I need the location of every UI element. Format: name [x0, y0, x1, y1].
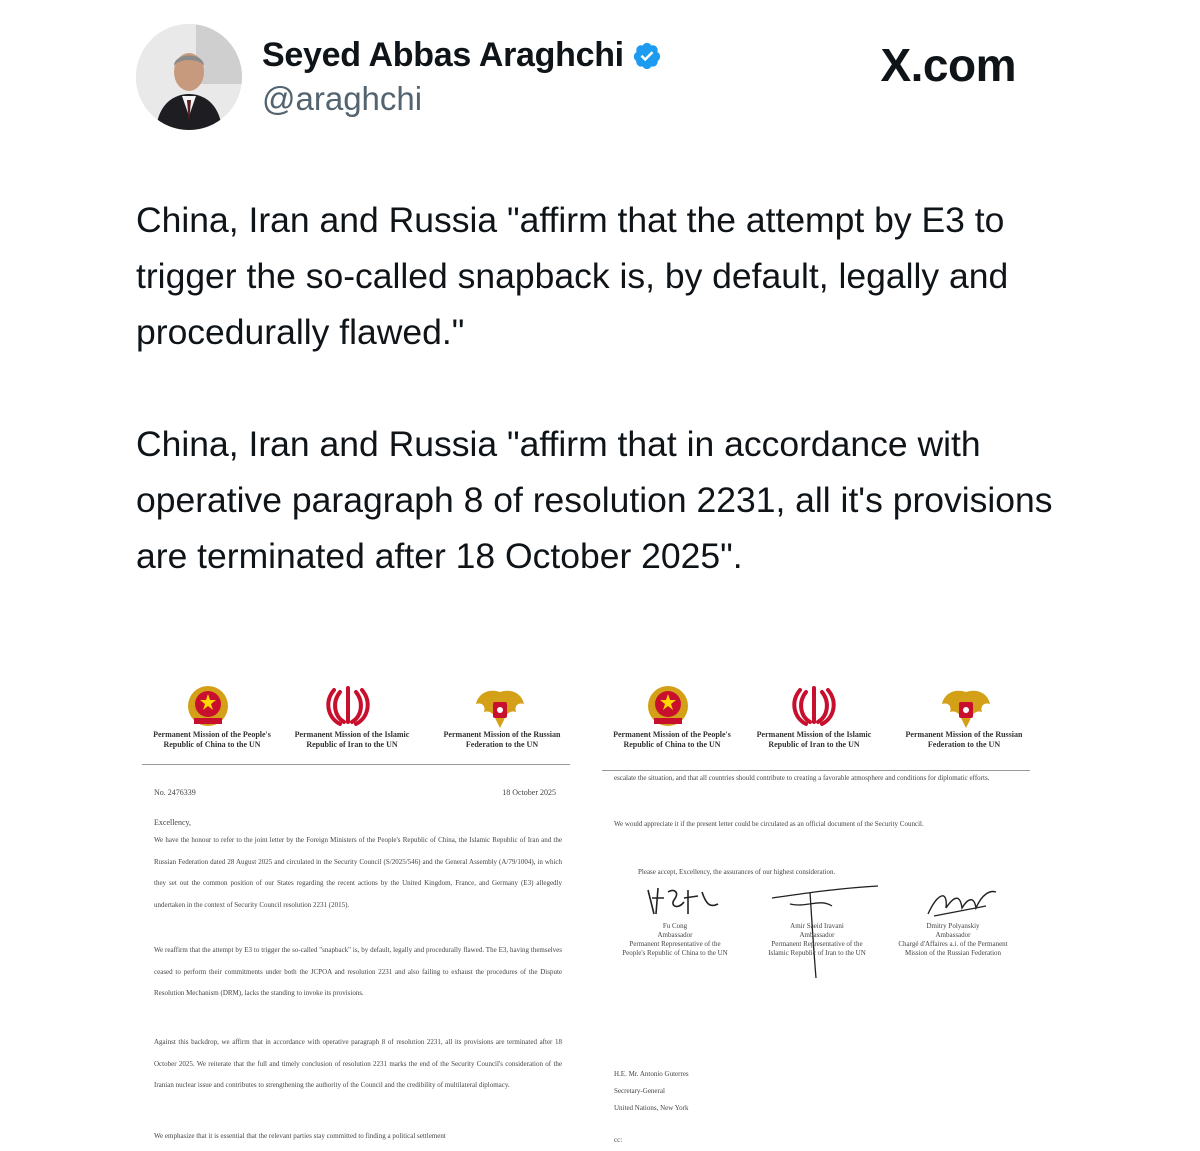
iran-emblem-icon [326, 686, 370, 726]
avatar[interactable] [136, 24, 242, 130]
letter-ref-number: No. 2476339 [154, 788, 196, 797]
mission-china-label: Permanent Mission of the People's Republ… [613, 730, 731, 749]
letter-paragraph: Against this backdrop, we affirm that in… [154, 1038, 562, 1089]
tweet-header: Seyed Abbas Araghchi @araghchi X.com [136, 24, 1016, 134]
tweet-body: China, Iran and Russia "affirm that the … [136, 192, 1056, 640]
letter-paragraph: We would appreciate it if the present le… [614, 820, 924, 828]
china-emblem-icon [188, 686, 228, 726]
signatory-block: Amir Saeid Iravani Ambassador Permanent … [762, 922, 872, 958]
mission-russia-label: Permanent Mission of the Russian Federat… [443, 730, 561, 749]
letter-date: 18 October 2025 [502, 788, 556, 797]
avatar-portrait-icon [136, 24, 242, 130]
letter-salutation: Excellency, [154, 818, 192, 827]
mission-china-label: Permanent Mission of the People's Republ… [153, 730, 271, 749]
signatory-title: Ambassador [935, 931, 971, 939]
signatory-title: Ambassador [657, 931, 693, 939]
china-emblem-icon [648, 686, 688, 726]
iran-emblem-icon [792, 686, 836, 726]
letter-paragraph: We emphasize that it is essential that t… [154, 1132, 446, 1140]
signatory-role: Permanent Representative of the People's… [622, 940, 728, 957]
letter-recipient: H.E. Mr. Antonio Guterres Secretary-Gene… [614, 1066, 689, 1117]
x-brand-label: X.com [880, 39, 1016, 91]
signatory-block: Fu Cong Ambassador Permanent Representat… [620, 922, 730, 958]
signatory-name: Amir Saeid Iravani [790, 922, 844, 930]
signatory-name: Fu Cong [662, 922, 688, 930]
tweet-paragraph-2: China, Iran and Russia "affirm that in a… [136, 424, 1063, 576]
signatory-title: Ambassador [799, 931, 835, 939]
recipient-line: United Nations, New York [614, 1104, 689, 1112]
author-handle[interactable]: @araghchi [262, 80, 422, 118]
russia-emblem-icon [942, 690, 990, 728]
signatory-role: Permanent Representative of the Islamic … [768, 940, 866, 957]
letterhead-divider [142, 764, 570, 765]
letter-paragraph: Please accept, Excellency, the assurance… [638, 868, 836, 876]
signature-fu-cong-icon [647, 887, 719, 915]
signatory-block: Dmitry Polyanskiy Ambassador Chargé d'Af… [898, 922, 1008, 958]
letterhead: Permanent Mission of the People's Republ… [142, 678, 570, 778]
signatory-role: Chargé d'Affaires a.i. of the Permanent … [898, 940, 1008, 957]
signatory-name: Dmitry Polyanskiy [926, 922, 980, 930]
russia-emblem-icon [476, 690, 524, 728]
letter-page-1-image[interactable]: Permanent Mission of the People's Republ… [142, 678, 570, 1151]
signature-polyanskiy-icon [927, 890, 997, 917]
author-name-row: Seyed Abbas Araghchi [262, 36, 662, 75]
mission-iran-label: Permanent Mission of the Islamic Republi… [756, 730, 872, 749]
letter-paragraph: escalate the situation, and that all cou… [614, 774, 990, 782]
mission-iran-label: Permanent Mission of the Islamic Republi… [294, 730, 410, 749]
letter-paragraph: We reaffirm that the attempt by E3 to tr… [154, 946, 562, 997]
mission-russia-label: Permanent Mission of the Russian Federat… [905, 730, 1023, 749]
author-name[interactable]: Seyed Abbas Araghchi [262, 36, 624, 75]
letterhead: Permanent Mission of the People's Republ… [602, 678, 1030, 778]
recipient-line: Secretary-General [614, 1087, 665, 1095]
recipient-line: H.E. Mr. Antonio Guterres [614, 1070, 689, 1078]
tweet-paragraph-1: China, Iran and Russia "affirm that the … [136, 200, 1019, 352]
letter-page-2-image[interactable]: Permanent Mission of the People's Republ… [602, 678, 1030, 1151]
letter-cc: cc: [614, 1136, 623, 1144]
verified-badge-icon [633, 42, 660, 69]
letter-paragraph: We have the honour to refer to the joint… [154, 836, 562, 909]
